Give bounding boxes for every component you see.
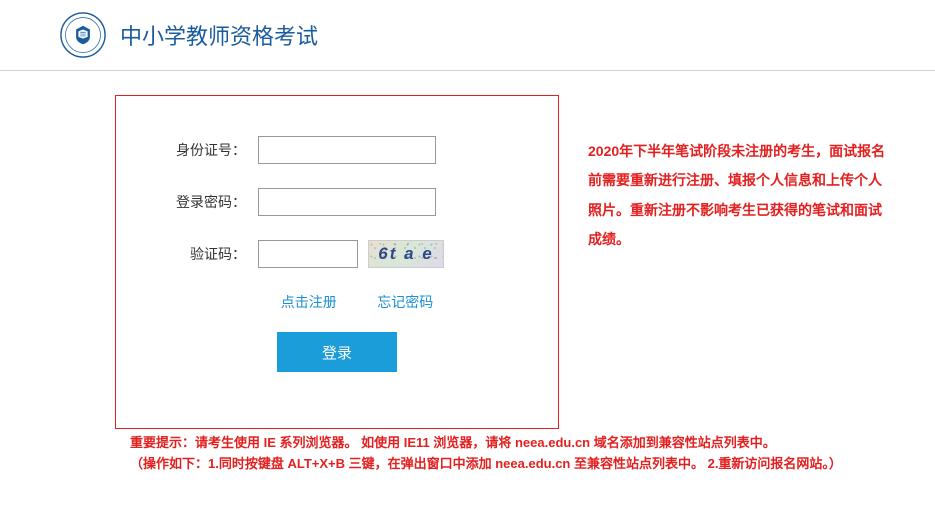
captcha-label: 验证码： bbox=[146, 244, 246, 264]
login-button[interactable]: 登录 bbox=[277, 332, 397, 372]
links-row: 点击注册 忘记密码 bbox=[146, 292, 528, 312]
site-title: 中小学教师资格考试 bbox=[120, 19, 318, 51]
captcha-row: 验证码： 6t a e bbox=[146, 240, 528, 268]
bottom-notice: 重要提示：请考生使用 IE 系列浏览器。 如使用 IE11 浏览器，请将 nee… bbox=[0, 429, 935, 475]
id-row: 身份证号： bbox=[146, 136, 528, 164]
captcha-image[interactable]: 6t a e bbox=[368, 240, 444, 268]
bottom-notice-line1: 重要提示：请考生使用 IE 系列浏览器。 如使用 IE11 浏览器，请将 nee… bbox=[130, 433, 935, 454]
page-header: 中小学教师资格考试 bbox=[0, 0, 935, 71]
forgot-password-link[interactable]: 忘记密码 bbox=[377, 294, 433, 310]
id-label: 身份证号： bbox=[146, 140, 246, 160]
password-input[interactable] bbox=[258, 188, 436, 216]
password-label: 登录密码： bbox=[146, 192, 246, 212]
password-row: 登录密码： bbox=[146, 188, 528, 216]
captcha-text: 6t a e bbox=[378, 244, 433, 264]
main-content: 身份证号： 登录密码： 验证码： 6t a e 点击注册 忘记密码 登录 202… bbox=[0, 71, 935, 429]
bottom-notice-line2: （操作如下：1.同时按键盘 ALT+X+B 三键，在弹出窗口中添加 neea.e… bbox=[130, 454, 935, 475]
login-form-box: 身份证号： 登录密码： 验证码： 6t a e 点击注册 忘记密码 登录 bbox=[115, 95, 559, 429]
id-input[interactable] bbox=[258, 136, 436, 164]
captcha-input[interactable] bbox=[258, 240, 358, 268]
register-link[interactable]: 点击注册 bbox=[281, 294, 337, 310]
logo-icon bbox=[60, 12, 106, 58]
side-notice: 2020年下半年笔试阶段未注册的考生，面试报名前需要重新进行注册、填报个人信息和… bbox=[588, 137, 888, 255]
